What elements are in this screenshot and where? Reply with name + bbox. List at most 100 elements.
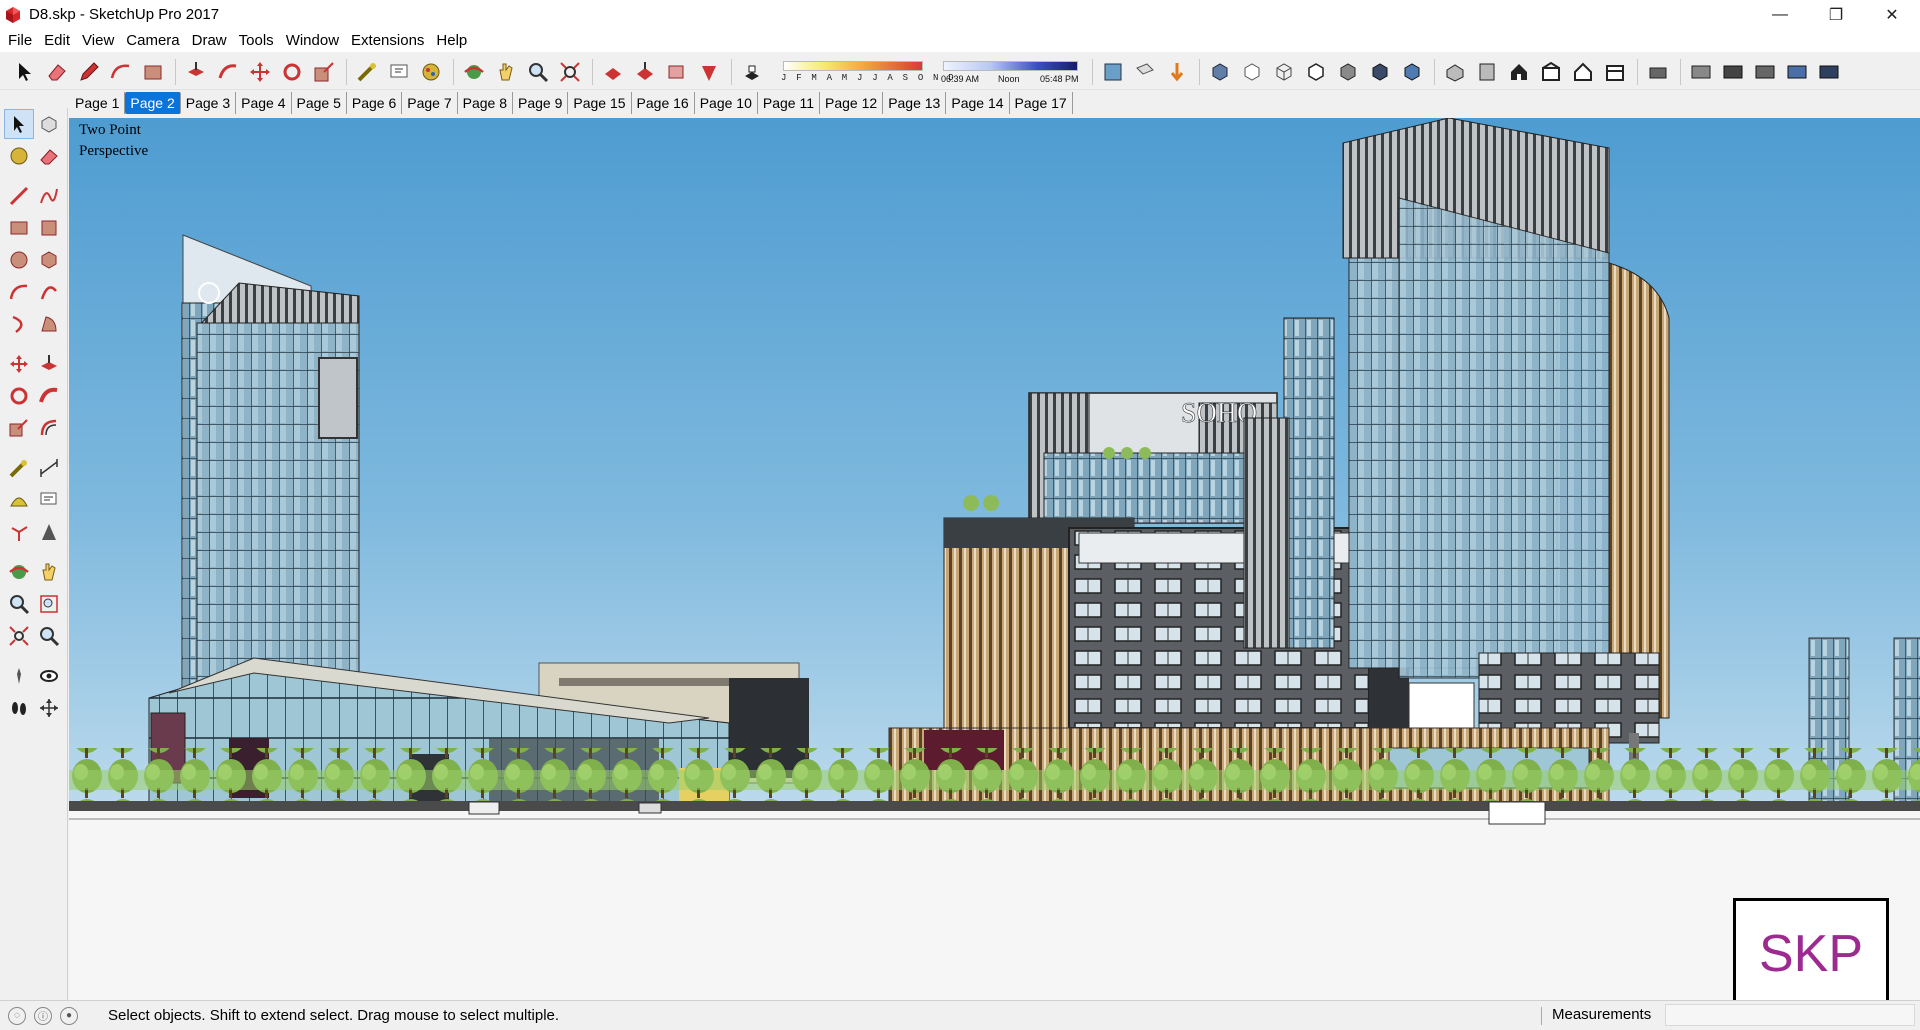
hidden-line-style-icon[interactable] [1301,57,1331,87]
outliner-icon[interactable] [1814,57,1844,87]
arc-icon[interactable] [4,277,34,307]
zoom-icon[interactable] [523,57,553,87]
scale-icon[interactable] [309,57,339,87]
measurements-input[interactable] [1665,1004,1915,1026]
menu-window[interactable]: Window [280,32,345,49]
minimize-button[interactable]: — [1752,0,1808,29]
two-point-arc-icon[interactable] [34,277,64,307]
menu-file[interactable]: File [2,32,38,49]
tab-page-9[interactable]: Page 9 [513,92,569,114]
arc-icon[interactable] [106,57,136,87]
xray-style-icon[interactable] [1205,57,1235,87]
tab-page-4[interactable]: Page 4 [236,92,292,114]
layers-icon[interactable] [1643,57,1673,87]
tab-page-14[interactable]: Page 14 [946,92,1010,114]
axes-icon[interactable] [4,517,34,547]
top-view-icon[interactable] [1472,57,1502,87]
month-slider[interactable] [783,60,923,71]
model-viewport[interactable]: SOHO Two Point Perspective SKP [69,118,1920,1000]
circle-icon[interactable] [4,245,34,275]
menu-draw[interactable]: Draw [186,32,233,49]
rotated-rectangle-icon[interactable] [34,213,64,243]
add-location-icon[interactable] [1162,57,1192,87]
tab-page-7[interactable]: Page 7 [402,92,458,114]
tab-page-8[interactable]: Page 8 [458,92,513,114]
follow-me-icon[interactable] [213,57,243,87]
rectangle-icon[interactable] [4,213,34,243]
shaded-style-icon[interactable] [1333,57,1363,87]
share-model-icon[interactable] [630,57,660,87]
paint-bucket-icon[interactable] [4,141,34,171]
orbit-icon[interactable] [459,57,489,87]
paint-bucket-icon[interactable] [416,57,446,87]
tab-page-5[interactable]: Page 5 [292,92,347,114]
shadows-toggle-icon[interactable] [737,57,767,87]
zoom-extents-icon[interactable] [555,57,585,87]
shadow-settings-slider[interactable]: J F M A M J J A S O N D 06:39 AM Noon 05… [773,57,1083,87]
tab-page-2[interactable]: Page 2 [125,92,181,114]
menu-extensions[interactable]: Extensions [345,32,430,49]
make-component-icon[interactable] [34,109,64,139]
tab-page-6[interactable]: Page 6 [347,92,403,114]
zoom-window-icon[interactable] [34,589,64,619]
tab-page-12[interactable]: Page 12 [820,92,884,114]
rotate-icon[interactable] [4,381,34,411]
iso-view-icon[interactable] [1440,57,1470,87]
components-icon[interactable] [1718,57,1748,87]
close-button[interactable]: ✕ [1864,0,1920,29]
right-view-icon[interactable] [1536,57,1566,87]
zoom-extents-icon[interactable] [4,621,34,651]
pie-icon[interactable] [34,309,64,339]
time-slider[interactable] [943,60,1078,71]
select-tool-icon[interactable] [10,57,40,87]
move-icon[interactable] [4,349,34,379]
eraser-icon[interactable] [34,141,64,171]
tab-page-10[interactable]: Page 10 [695,92,758,114]
eraser-icon[interactable] [42,57,72,87]
freehand-icon[interactable] [34,181,64,211]
shaded-textures-style-icon[interactable] [1365,57,1395,87]
extension-warehouse-icon[interactable] [694,57,724,87]
text-tool-icon[interactable] [384,57,414,87]
position-camera-icon[interactable] [4,661,34,691]
styles-icon[interactable] [1782,57,1812,87]
scale-icon[interactable] [4,413,34,443]
menu-edit[interactable]: Edit [38,32,76,49]
polygon-icon[interactable] [34,245,64,275]
orbit-icon[interactable] [4,557,34,587]
select-tool-icon[interactable] [4,109,34,139]
menu-tools[interactable]: Tools [233,32,280,49]
rotate-icon[interactable] [277,57,307,87]
tab-page-3[interactable]: Page 3 [181,92,237,114]
rectangle-icon[interactable] [138,57,168,87]
menu-help[interactable]: Help [430,32,473,49]
move-icon[interactable] [245,57,275,87]
previous-view-icon[interactable] [34,621,64,651]
look-around-icon[interactable] [34,661,64,691]
credits-icon[interactable]: ⓘ [34,1006,52,1025]
geo-location-icon[interactable]: ◌ [8,1006,26,1025]
front-view-icon[interactable] [1504,57,1534,87]
back-view-icon[interactable] [1568,57,1598,87]
tab-page-16[interactable]: Page 16 [632,92,695,114]
monochrome-style-icon[interactable] [1397,57,1427,87]
tape-measure-icon[interactable] [352,57,382,87]
menu-camera[interactable]: Camera [120,32,185,49]
section-fill-icon[interactable] [1130,57,1160,87]
left-view-icon[interactable] [1600,57,1630,87]
wireframe-style-icon[interactable] [1269,57,1299,87]
dimension-icon[interactable] [34,453,64,483]
3d-text-icon[interactable] [34,517,64,547]
back-edges-style-icon[interactable] [1237,57,1267,87]
tab-page-15[interactable]: Page 15 [568,92,632,114]
pan-icon[interactable] [34,557,64,587]
walk-icon[interactable] [4,693,34,723]
restore-button[interactable]: ❐ [1808,0,1864,29]
materials-icon[interactable] [1750,57,1780,87]
tape-measure-icon[interactable] [4,453,34,483]
three-point-arc-icon[interactable] [4,309,34,339]
warehouse-icon[interactable] [598,57,628,87]
protractor-icon[interactable] [4,485,34,515]
user-account-icon[interactable]: ● [60,1006,78,1025]
tab-page-13[interactable]: Page 13 [883,92,947,114]
